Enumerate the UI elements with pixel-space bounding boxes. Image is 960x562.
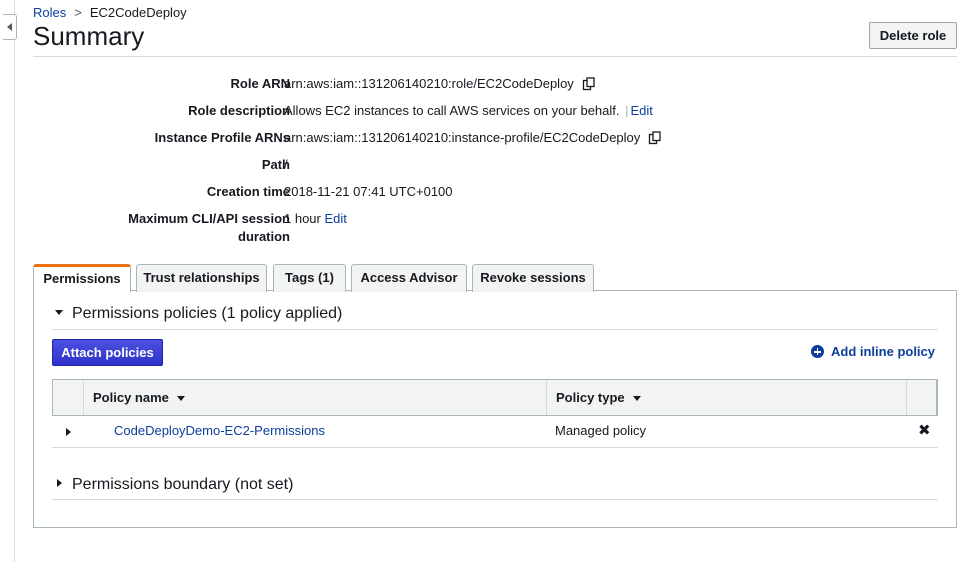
sort-caret-icon: [176, 396, 185, 401]
creation-time-value: 2018-11-21 07:41 UTC+0100: [284, 184, 453, 199]
attach-policies-button[interactable]: Attach policies: [52, 339, 163, 366]
role-arn-label: Role ARN: [230, 76, 290, 91]
tab-permissions[interactable]: Permissions: [33, 264, 131, 292]
close-icon[interactable]: ✖: [918, 423, 931, 438]
permissions-boundary-toggle[interactable]: Permissions boundary (not set): [52, 476, 293, 494]
title-divider: [33, 56, 957, 57]
copy-icon[interactable]: [648, 131, 662, 145]
role-description-label: Role description: [188, 103, 290, 118]
tab-trust-relationships[interactable]: Trust relationships: [136, 264, 267, 292]
breadcrumb-current: EC2CodeDeploy: [89, 5, 187, 20]
column-header-policy-type[interactable]: Policy type: [556, 380, 641, 415]
instance-profile-arns-label: Instance Profile ARNs: [154, 130, 290, 145]
caret-down-icon: [55, 310, 63, 315]
side-navigation-rail: [0, 0, 15, 562]
tab-tags[interactable]: Tags (1): [273, 264, 346, 292]
page-title: Summary: [33, 21, 145, 51]
add-inline-policy-link[interactable]: Add inline policy: [811, 344, 935, 359]
sort-caret-icon: [632, 396, 641, 401]
permissions-policies-heading: Permissions policies (1 policy applied): [72, 305, 343, 322]
caret-right-icon: [57, 479, 62, 487]
column-header-policy-name[interactable]: Policy name: [93, 380, 185, 415]
delete-role-button[interactable]: Delete role: [869, 22, 957, 49]
policy-name-link[interactable]: CodeDeployDemo-EC2-Permissions: [114, 416, 325, 445]
policy-type-value: Managed policy: [555, 423, 647, 438]
path-value: /: [284, 157, 288, 172]
breadcrumb: Roles > EC2CodeDeploy: [33, 5, 187, 20]
policy-name-header-label: Policy name: [93, 390, 169, 405]
edit-description-link[interactable]: Edit: [631, 103, 653, 118]
summary-row-max-session: Maximum CLI/API session duration 1 hour …: [33, 210, 953, 246]
permissions-boundary-heading: Permissions boundary (not set): [72, 476, 294, 493]
add-inline-policy-label: Add inline policy: [831, 344, 936, 359]
plus-circle-icon: [811, 345, 824, 358]
description-separator: |: [625, 103, 629, 118]
table-row: CodeDeployDemo-EC2-Permissions Managed p…: [52, 416, 938, 448]
tab-access-advisor[interactable]: Access Advisor: [351, 264, 467, 292]
column-divider: [906, 380, 907, 415]
max-session-label: Maximum CLI/API session duration: [50, 210, 290, 246]
tab-revoke-sessions[interactable]: Revoke sessions: [472, 264, 594, 292]
breadcrumb-roles-link[interactable]: Roles: [33, 5, 66, 20]
column-divider: [83, 380, 84, 415]
policies-table-header: Policy name Policy type: [52, 379, 938, 416]
permissions-policies-toggle[interactable]: Permissions policies (1 policy applied): [52, 305, 342, 323]
column-divider: [546, 380, 547, 415]
section-divider: [52, 329, 938, 330]
role-arn-value: arn:aws:iam::131206140210:role/EC2CodeDe…: [284, 76, 574, 91]
section-divider: [52, 499, 938, 500]
edit-max-session-link[interactable]: Edit: [325, 211, 347, 226]
collapse-navigation-toggle[interactable]: [3, 14, 17, 40]
instance-profile-arns-value: arn:aws:iam::131206140210:instance-profi…: [284, 130, 641, 145]
max-session-label-line2: duration: [238, 229, 290, 244]
breadcrumb-separator: >: [74, 5, 82, 20]
max-session-value: 1 hour: [284, 211, 321, 226]
policy-type-header-label: Policy type: [556, 390, 625, 405]
path-label: Path: [261, 157, 290, 172]
copy-icon[interactable]: [582, 77, 596, 91]
creation-time-label: Creation time: [206, 184, 290, 199]
expand-row-caret-icon[interactable]: [66, 428, 71, 436]
max-session-label-line1: Maximum CLI/API session: [128, 211, 290, 226]
chevron-left-icon: [7, 23, 12, 31]
role-description-value: Allows EC2 instances to call AWS service…: [284, 103, 620, 118]
